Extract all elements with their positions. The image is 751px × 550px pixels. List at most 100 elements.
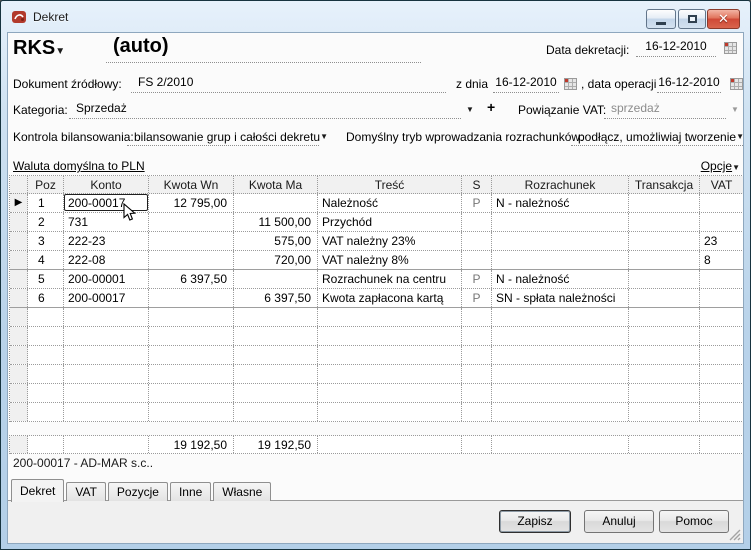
cell-tresc[interactable]: Należność xyxy=(318,194,462,212)
cell-kwota-ma[interactable]: 6 397,50 xyxy=(234,289,318,307)
col-tresc[interactable]: Treść xyxy=(318,176,462,193)
cell-kwota-ma[interactable] xyxy=(234,194,318,212)
tab-inne[interactable]: Inne xyxy=(170,482,211,501)
maximize-button[interactable] xyxy=(678,9,706,29)
cell-poz[interactable]: 5 xyxy=(28,270,64,288)
cell-rozrachunek[interactable] xyxy=(492,251,629,269)
title-bar[interactable]: Dekret ✕ xyxy=(1,1,750,32)
save-button[interactable]: Zapisz xyxy=(499,510,571,533)
resize-grip[interactable] xyxy=(728,528,741,541)
cell-s[interactable] xyxy=(462,213,492,231)
empty-row[interactable] xyxy=(10,365,744,384)
tab-dekret[interactable]: Dekret xyxy=(11,479,64,502)
cell-vat[interactable] xyxy=(700,194,744,212)
cell-s[interactable]: P xyxy=(462,194,492,212)
cell-s[interactable] xyxy=(462,232,492,250)
cell-kwota-ma[interactable]: 11 500,00 xyxy=(234,213,318,231)
cell-tresc[interactable]: Kwota zapłacona kartą xyxy=(318,289,462,307)
cell-rozrachunek[interactable]: N - należność xyxy=(492,194,629,212)
empty-row[interactable] xyxy=(10,308,744,327)
dokument-zrodlowy-field[interactable]: FS 2/2010 xyxy=(131,75,446,93)
cell-tresc[interactable]: Przychód xyxy=(318,213,462,231)
calendar-icon[interactable] xyxy=(564,78,577,90)
cell-transakcja[interactable] xyxy=(629,232,700,250)
cell-tresc[interactable]: VAT należny 23% xyxy=(318,232,462,250)
cell-poz[interactable]: 3 xyxy=(28,232,64,250)
cell-konto-selected[interactable]: 200-00017 xyxy=(64,194,149,212)
cell-s[interactable]: P xyxy=(462,270,492,288)
z-dnia-label: z dnia xyxy=(456,77,488,91)
col-s[interactable]: S xyxy=(462,176,492,193)
calendar-icon[interactable] xyxy=(724,42,737,54)
cell-rozrachunek[interactable]: N - należność xyxy=(492,270,629,288)
cell-poz[interactable]: 2 xyxy=(28,213,64,231)
close-button[interactable]: ✕ xyxy=(707,9,740,29)
help-button[interactable]: Pomoc xyxy=(659,510,729,533)
cell-konto[interactable]: 731 xyxy=(64,213,149,231)
cell-vat[interactable] xyxy=(700,289,744,307)
cell-transakcja[interactable] xyxy=(629,194,700,212)
add-category-button[interactable]: + xyxy=(487,99,495,115)
cell-kwota-ma[interactable] xyxy=(234,270,318,288)
empty-row[interactable] xyxy=(10,346,744,365)
cell-transakcja[interactable] xyxy=(629,251,700,269)
cell-konto[interactable]: 222-08 xyxy=(64,251,149,269)
currency-link[interactable]: Waluta domyślna to PLN xyxy=(13,159,145,173)
cell-kwota-wn[interactable] xyxy=(149,213,234,231)
tab-wlasne[interactable]: Własne xyxy=(213,482,271,501)
cell-tresc[interactable]: VAT należny 8% xyxy=(318,251,462,269)
minimize-button[interactable] xyxy=(646,9,676,29)
col-poz[interactable]: Poz xyxy=(28,176,64,193)
cell-kwota-wn[interactable] xyxy=(149,251,234,269)
cell-rozrachunek[interactable] xyxy=(492,213,629,231)
cell-vat[interactable] xyxy=(700,270,744,288)
cell-vat[interactable] xyxy=(700,213,744,231)
cell-vat[interactable]: 23 xyxy=(700,232,744,250)
kategoria-dropdown-icon[interactable]: ▼ xyxy=(466,106,474,114)
col-vat[interactable]: VAT xyxy=(700,176,744,193)
cell-transakcja[interactable] xyxy=(629,289,700,307)
col-rozrachunek[interactable]: Rozrachunek xyxy=(492,176,629,193)
z-dnia-field[interactable]: 16-12-2010 xyxy=(493,75,559,93)
empty-row[interactable] xyxy=(10,327,744,346)
kontrola-bilansowania-select[interactable]: bilansowanie grup i całości dekretu ▼ xyxy=(127,128,319,146)
cell-konto[interactable]: 200-00001 xyxy=(64,270,149,288)
cell-konto[interactable]: 200-00017 xyxy=(64,289,149,307)
row-marker-cell xyxy=(10,251,28,269)
col-transakcja[interactable]: Transakcja xyxy=(629,176,700,193)
tryb-rozrachunkow-select[interactable]: podłącz, umożliwiaj tworzenie ▼ xyxy=(571,128,743,146)
cell-s[interactable] xyxy=(462,251,492,269)
cell-kwota-wn[interactable]: 12 795,00 xyxy=(149,194,234,212)
cell-kwota-wn[interactable] xyxy=(149,289,234,307)
tab-pozycje[interactable]: Pozycje xyxy=(108,482,168,501)
cell-s[interactable]: P xyxy=(462,289,492,307)
cell-transakcja[interactable] xyxy=(629,213,700,231)
cell-tresc[interactable]: Rozrachunek na centru xyxy=(318,270,462,288)
calendar-icon[interactable] xyxy=(730,78,743,90)
col-kwota-wn[interactable]: Kwota Wn xyxy=(149,176,234,193)
kategoria-field[interactable]: Sprzedaż xyxy=(69,101,461,119)
cell-kwota-ma[interactable]: 575,00 xyxy=(234,232,318,250)
cell-vat[interactable]: 8 xyxy=(700,251,744,269)
cell-poz[interactable]: 1 xyxy=(28,194,64,212)
options-menu[interactable]: Opcje▼ xyxy=(701,159,740,173)
cell-poz[interactable]: 4 xyxy=(28,251,64,269)
cell-konto[interactable]: 222-23 xyxy=(64,232,149,250)
data-operacji-field[interactable]: 16-12-2010 xyxy=(657,75,721,93)
data-dekretacji-field[interactable]: 16-12-2010 xyxy=(636,39,716,57)
cell-poz[interactable]: 6 xyxy=(28,289,64,307)
cell-kwota-wn[interactable] xyxy=(149,232,234,250)
cell-kwota-ma[interactable]: 720,00 xyxy=(234,251,318,269)
cell-rozrachunek[interactable] xyxy=(492,232,629,250)
col-kwota-ma[interactable]: Kwota Ma xyxy=(234,176,318,193)
tab-vat[interactable]: VAT xyxy=(66,482,106,501)
col-konto[interactable]: Konto xyxy=(64,176,149,193)
cell-kwota-wn[interactable]: 6 397,50 xyxy=(149,270,234,288)
cell-rozrachunek[interactable]: SN - spłata należności xyxy=(492,289,629,307)
cell-transakcja[interactable] xyxy=(629,270,700,288)
empty-row[interactable] xyxy=(10,403,744,422)
description-field[interactable]: (auto) xyxy=(106,35,421,63)
empty-row[interactable] xyxy=(10,384,744,403)
journal-dropdown[interactable]: RKS▼ xyxy=(13,37,65,60)
cancel-button[interactable]: Anuluj xyxy=(584,510,654,533)
